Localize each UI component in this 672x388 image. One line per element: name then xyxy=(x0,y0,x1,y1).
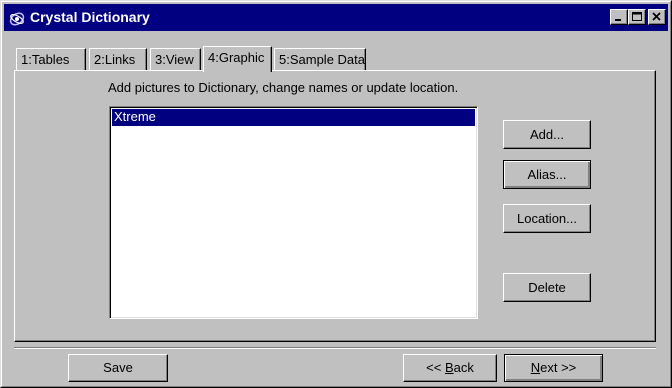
tab-graphic-label: 4:Graphic xyxy=(208,50,265,65)
instruction-text: Add pictures to Dictionary, change names… xyxy=(108,80,459,95)
delete-button[interactable]: Delete xyxy=(503,273,591,302)
save-button-label: Save xyxy=(103,360,133,375)
tab-sample-data[interactable]: 5:Sample Data xyxy=(274,48,366,70)
maximize-button[interactable] xyxy=(628,9,646,25)
back-button-label: << Back xyxy=(426,360,474,375)
title-bar[interactable]: Crystal Dictionary xyxy=(4,4,668,31)
tab-links[interactable]: 2:Links xyxy=(89,48,147,70)
save-button[interactable]: Save xyxy=(68,354,168,382)
tab-view-label: 3:View xyxy=(155,52,194,67)
minimize-button[interactable] xyxy=(610,9,628,25)
delete-button-label: Delete xyxy=(528,280,566,295)
add-button-label: Add... xyxy=(530,127,564,142)
location-button[interactable]: Location... xyxy=(503,204,591,233)
next-button-label: Next >> xyxy=(530,360,577,375)
location-button-label: Location... xyxy=(517,211,577,226)
tab-graphic[interactable]: 4:Graphic xyxy=(203,46,272,72)
pictures-listbox[interactable]: Xtreme xyxy=(109,106,478,319)
tab-tables[interactable]: 1:Tables xyxy=(16,48,86,70)
tab-tables-label: 1:Tables xyxy=(21,52,70,67)
list-item[interactable]: Xtreme xyxy=(112,109,475,126)
tab-links-label: 2:Links xyxy=(94,52,136,67)
window-title: Crystal Dictionary xyxy=(30,9,150,25)
alias-button[interactable]: Alias... xyxy=(503,160,591,189)
close-button[interactable] xyxy=(648,9,666,25)
crystal-app-icon xyxy=(9,12,25,26)
alias-button-label: Alias... xyxy=(527,167,567,182)
back-button[interactable]: << Back xyxy=(403,354,497,382)
next-button[interactable]: Next >> xyxy=(504,354,603,382)
footer-separator xyxy=(14,347,656,349)
tab-view[interactable]: 3:View xyxy=(150,48,201,70)
add-button[interactable]: Add... xyxy=(503,120,591,149)
tab-sample-data-label: 5:Sample Data xyxy=(279,52,365,67)
close-icon xyxy=(652,12,661,21)
maximize-icon xyxy=(632,12,642,21)
crystal-dictionary-window: Crystal Dictionary 1:Tables 2:Links 3:Vi… xyxy=(0,0,672,388)
minimize-icon xyxy=(615,19,621,21)
